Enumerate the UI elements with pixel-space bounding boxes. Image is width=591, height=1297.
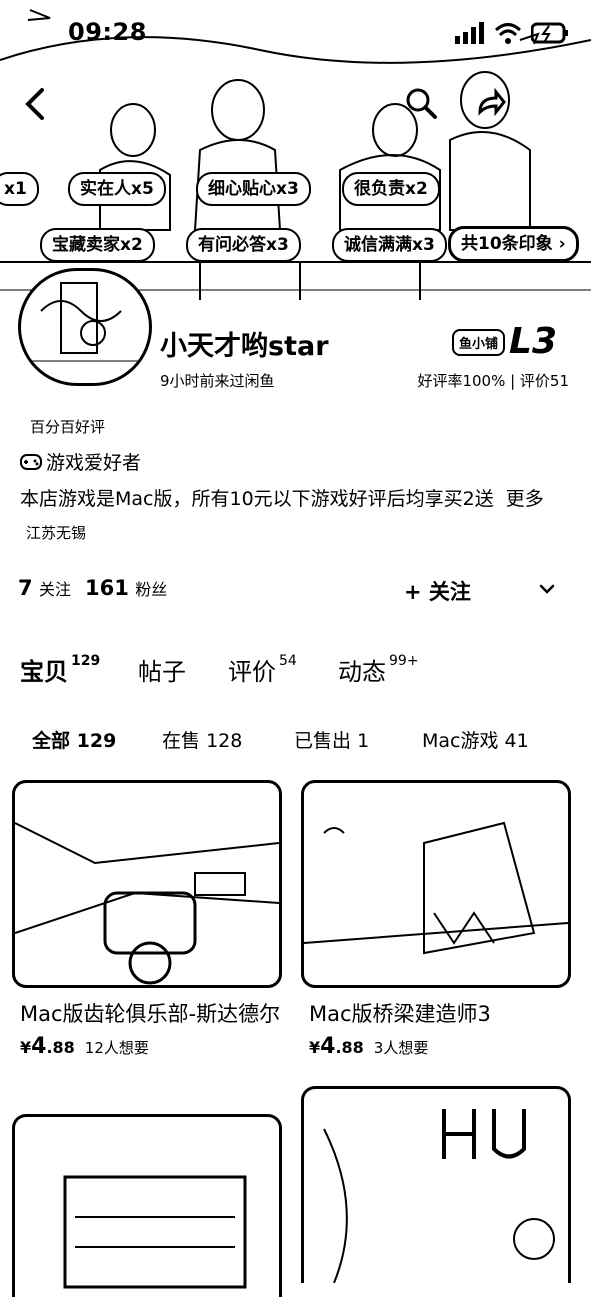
- chevron-down-icon[interactable]: [536, 578, 558, 600]
- impression-tag[interactable]: 很负责x2: [342, 172, 440, 206]
- item-wants: 12人想要: [84, 1039, 149, 1057]
- back-icon[interactable]: [18, 86, 54, 122]
- follow-stats: 7 关注 161 粉丝: [18, 576, 167, 600]
- item-card[interactable]: [12, 1114, 282, 1297]
- item-card[interactable]: Mac版齿轮俱乐部-斯达德尔 ¥4.88 12人想要: [12, 780, 282, 1059]
- item-price-row: ¥4.88 3人想要: [301, 1034, 571, 1059]
- tab-reviews[interactable]: 评价 54: [228, 652, 297, 687]
- item-thumbnail: [63, 1175, 247, 1289]
- avatar-image: [31, 282, 139, 362]
- rating-summary[interactable]: 好评率100% | 评价51: [417, 370, 569, 391]
- item-price: ¥4.88: [20, 1034, 75, 1059]
- item-title[interactable]: Mac版桥梁建造师3: [301, 998, 571, 1030]
- item-image[interactable]: [301, 1086, 571, 1283]
- following-stat[interactable]: 7 关注: [18, 576, 71, 600]
- more-impressions-button[interactable]: 共10条印象 ›: [448, 226, 579, 262]
- nickname: 小天才哟star: [160, 331, 329, 362]
- item-image[interactable]: [12, 780, 282, 988]
- last-seen: 9小时前来过闲鱼: [160, 372, 275, 390]
- status-time: 09:28: [68, 18, 147, 46]
- item-title[interactable]: Mac版齿轮俱乐部-斯达德尔: [12, 998, 282, 1030]
- tab-posts[interactable]: 帖子: [138, 652, 186, 687]
- subtab-mac-games[interactable]: Mac游戏 41: [422, 726, 529, 753]
- impression-tag[interactable]: 实在人x5: [68, 172, 166, 206]
- subtab-all[interactable]: 全部 129: [32, 726, 116, 753]
- interest-row: 游戏爱好者: [20, 448, 141, 475]
- item-image[interactable]: [12, 1114, 282, 1297]
- item-thumbnail: [323, 1109, 555, 1283]
- level-number: L3: [509, 321, 558, 362]
- location: 江苏无锡: [26, 524, 87, 542]
- item-price-row: ¥4.88 12人想要: [12, 1034, 282, 1059]
- share-icon[interactable]: [470, 84, 508, 122]
- impression-tag[interactable]: 诚信满满x3: [332, 228, 447, 262]
- tab-items[interactable]: 宝贝 129: [20, 652, 100, 687]
- subtab-sold[interactable]: 已售出 1: [294, 726, 369, 753]
- avatar[interactable]: [18, 268, 152, 386]
- item-price: ¥4.88: [309, 1034, 364, 1059]
- gamepad-icon: [20, 453, 42, 470]
- wifi-icon: [495, 23, 521, 44]
- interest-label: 游戏爱好者: [46, 452, 142, 474]
- search-icon[interactable]: [404, 86, 438, 120]
- level-pill: 鱼小铺: [452, 328, 506, 356]
- status-icons: [455, 22, 569, 44]
- item-card[interactable]: [301, 1086, 571, 1283]
- fans-stat[interactable]: 161 粉丝: [85, 576, 167, 600]
- impression-tag[interactable]: 细心贴心x3: [196, 172, 311, 206]
- impression-tag[interactable]: 有问必答x3: [186, 228, 301, 262]
- impression-tag[interactable]: x1: [0, 172, 39, 206]
- battery-icon: [531, 22, 568, 44]
- follow-button[interactable]: + 关注: [404, 576, 471, 606]
- item-image[interactable]: [301, 780, 571, 988]
- bio: 本店游戏是Mac版，所有10元以下游戏好评后均享买2送 更多: [20, 484, 544, 511]
- badge-text: 百分百好评: [30, 418, 106, 436]
- bio-more-link[interactable]: 更多: [506, 488, 544, 510]
- item-wants: 3人想要: [373, 1039, 429, 1057]
- impression-tag[interactable]: 宝藏卖家x2: [40, 228, 155, 262]
- item-thumbnail: [15, 822, 279, 985]
- subtab-on-sale[interactable]: 在售 128: [162, 726, 242, 753]
- bio-text: 本店游戏是Mac版，所有10元以下游戏好评后均享买2送: [20, 488, 494, 510]
- tab-activity[interactable]: 动态 99+: [338, 652, 419, 687]
- item-card[interactable]: Mac版桥梁建造师3 ¥4.88 3人想要: [301, 780, 571, 1059]
- signal-icon: [455, 22, 484, 44]
- level-badge[interactable]: 鱼小铺 L3: [452, 321, 558, 362]
- item-thumbnail: [304, 821, 568, 955]
